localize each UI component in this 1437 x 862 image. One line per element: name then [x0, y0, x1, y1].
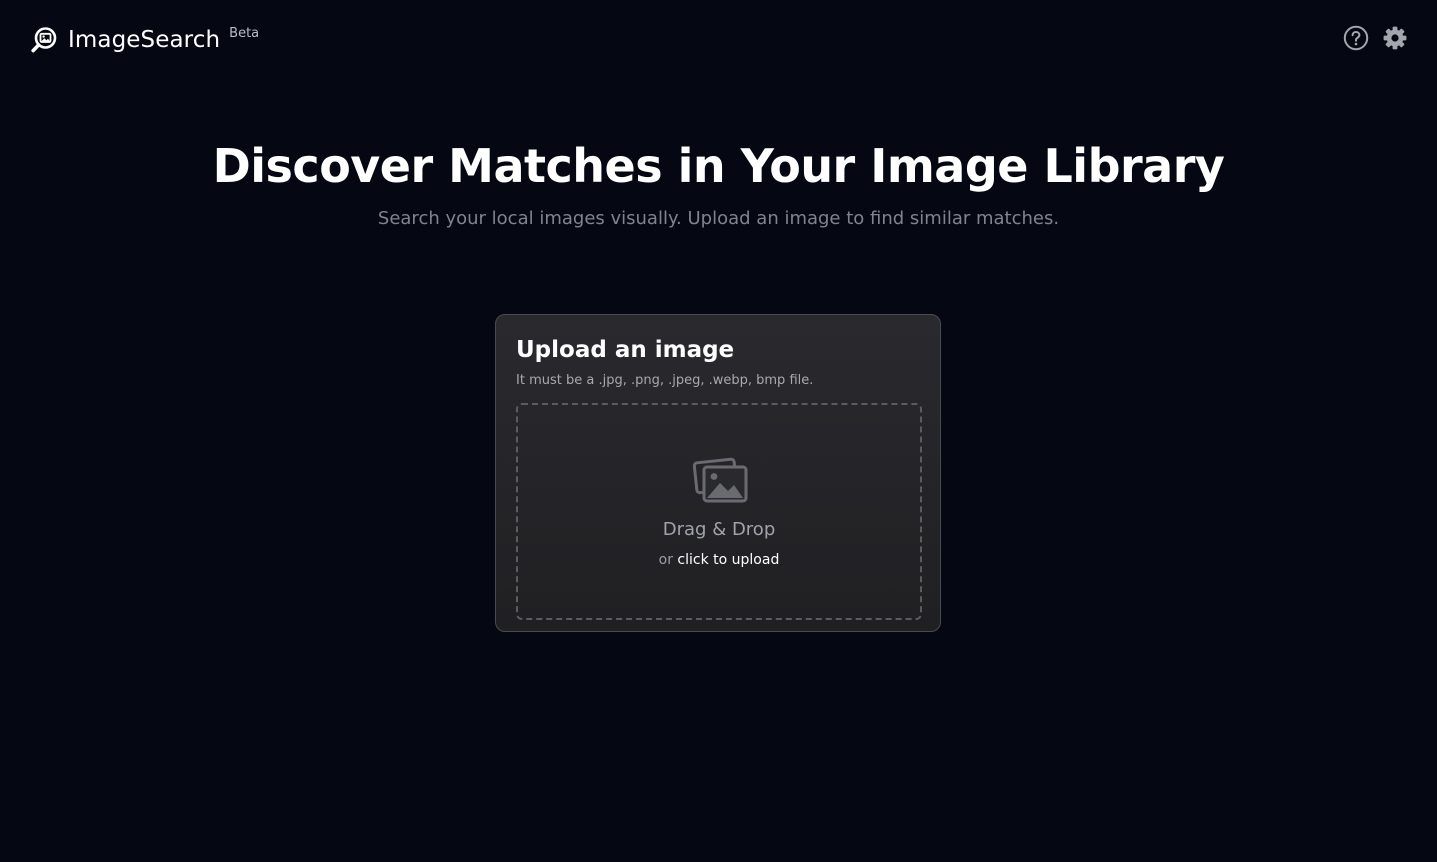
- upload-hint: It must be a .jpg, .png, .jpeg, .webp, b…: [516, 373, 814, 388]
- gear-icon: [1382, 25, 1408, 55]
- magnifier-image-icon: [30, 26, 58, 54]
- page-title: Discover Matches in Your Image Library: [212, 139, 1225, 193]
- page-subtitle: Search your local images visually. Uploa…: [377, 208, 1060, 229]
- brand[interactable]: ImageSearch Beta: [30, 24, 259, 56]
- hero: Discover Matches in Your Image Library S…: [0, 136, 1437, 229]
- beta-badge: Beta: [229, 26, 260, 41]
- click-to-upload-link[interactable]: click to upload: [677, 552, 779, 568]
- settings-button[interactable]: [1381, 26, 1408, 53]
- upload-card: Upload an image It must be a .jpg, .png,…: [495, 314, 941, 632]
- dropzone-title: Drag & Drop: [662, 519, 776, 540]
- app-root: ImageSearch Beta Discover Matches in You…: [0, 0, 1437, 862]
- help-button[interactable]: [1342, 25, 1369, 55]
- images-icon: [692, 457, 749, 505]
- dropzone-or-label: or: [658, 552, 673, 568]
- upload-dropzone[interactable]: Drag & Drop or click to upload: [516, 403, 922, 620]
- header-actions: [1342, 25, 1408, 55]
- help-circle-icon: [1343, 25, 1369, 55]
- upload-title: Upload an image: [516, 337, 735, 363]
- brand-name: ImageSearch: [68, 27, 221, 53]
- dropzone-subtitle: or click to upload: [518, 552, 920, 568]
- top-header: ImageSearch Beta: [0, 0, 1437, 80]
